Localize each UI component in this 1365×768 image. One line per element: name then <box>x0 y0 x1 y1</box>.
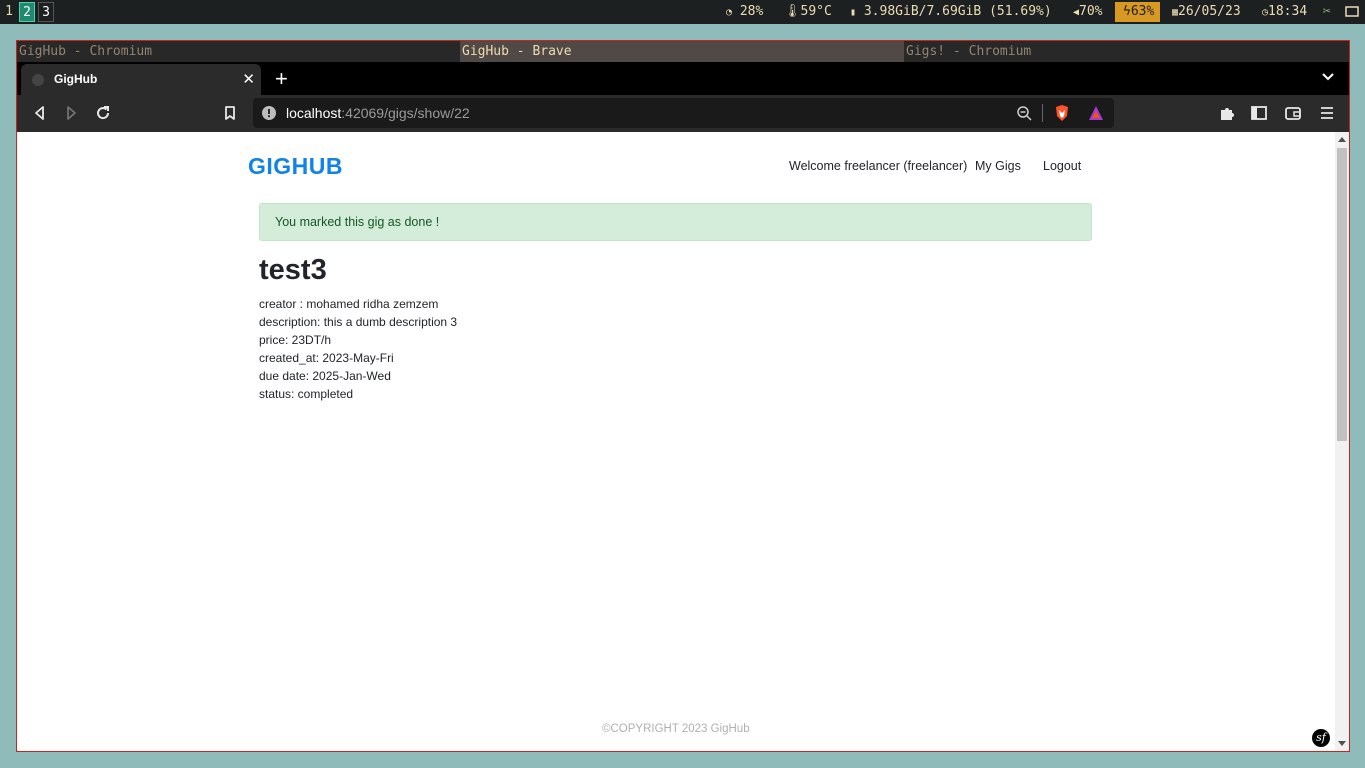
reload-icon[interactable] <box>94 104 112 122</box>
memory-value: 3.98GiB/7.69GiB (51.69%) <box>863 4 1052 19</box>
welcome-text: Welcome freelancer (freelancer) <box>789 159 968 173</box>
date-value: 26/05/23 <box>1178 4 1241 19</box>
site-info-icon[interactable] <box>262 106 276 120</box>
window-title-gigs-chromium[interactable]: Gigs! - Chromium <box>904 41 1349 62</box>
volume-value: 70% <box>1079 4 1103 19</box>
time-value: 18:34 <box>1268 4 1308 19</box>
symfony-toolbar-icon[interactable]: sf <box>1312 729 1330 747</box>
volume-status[interactable]: ◀70% <box>1073 0 1103 24</box>
browser-window: GigHub - Chromium GigHub - Brave Gigs! -… <box>16 40 1350 752</box>
cpu-value: 28% <box>739 4 764 19</box>
battery-charging-icon: ϟ <box>1123 4 1131 19</box>
battery-value: 63% <box>1130 4 1155 19</box>
gig-title: test3 <box>259 254 327 286</box>
scroll-down-arrow-icon[interactable] <box>1338 741 1346 746</box>
gauge-icon: ◔ <box>726 7 733 18</box>
temperature-status: 🌡59°C <box>784 0 832 24</box>
date-status: ▦26/05/23 <box>1172 0 1241 24</box>
zoom-out-icon[interactable] <box>1016 105 1032 121</box>
hamburger-menu-icon[interactable] <box>1318 104 1336 122</box>
back-arrow-icon[interactable] <box>31 104 49 122</box>
page-viewport: GIGHUB Welcome freelancer (freelancer) M… <box>17 132 1349 751</box>
scroll-up-arrow-icon[interactable] <box>1338 137 1346 142</box>
brave-rewards-icon[interactable] <box>1088 105 1104 121</box>
url-host: localhost <box>286 105 342 121</box>
battery-status: ϟ63% <box>1115 2 1161 22</box>
chevron-down-icon[interactable] <box>1321 70 1335 84</box>
workspace-2[interactable]: 2 <box>19 2 35 22</box>
temperature-value: 59°C <box>800 4 832 19</box>
window-title-chromium[interactable]: GigHub - Chromium <box>17 41 460 62</box>
system-status-bar: 1 2 3 ◔ 28% 🌡59°C ▮ 3.98GiB/7.69GiB (51.… <box>0 0 1365 24</box>
sidebar-toggle-icon[interactable] <box>1250 104 1268 122</box>
scrollbar-thumb[interactable] <box>1337 148 1347 441</box>
thermometer-icon: 🌡 <box>784 4 801 19</box>
time-status: ◷18:34 <box>1262 0 1307 24</box>
gig-status: status: completed <box>259 387 354 401</box>
chat-tray-icon[interactable] <box>1345 0 1359 24</box>
window-title-bar: GigHub - Chromium GigHub - Brave Gigs! -… <box>17 41 1349 62</box>
forward-arrow-icon[interactable] <box>62 104 80 122</box>
loading-favicon-icon <box>32 74 44 86</box>
workspace-3[interactable]: 3 <box>38 2 54 22</box>
bookmark-icon[interactable] <box>221 104 239 122</box>
gig-created-at: created_at: 2023-May-Fri <box>259 351 394 365</box>
tab-title: GigHub <box>54 72 98 86</box>
memory-chip-icon: ▮ <box>850 7 857 18</box>
tab-gighub[interactable]: GigHub ✕ <box>21 64 261 95</box>
address-bar-divider <box>1042 104 1043 122</box>
gig-price: price: 23DT/h <box>259 333 332 347</box>
new-tab-button[interactable]: + <box>275 62 288 95</box>
success-alert: You marked this gig as done ! <box>259 203 1092 241</box>
memory-status: ▮ 3.98GiB/7.69GiB (51.69%) <box>850 0 1052 24</box>
cpu-status: ◔ 28% <box>726 0 763 24</box>
gig-due-date: due date: 2025-Jan-Wed <box>259 369 391 383</box>
scissors-tray-icon[interactable]: ✂ <box>1323 0 1331 24</box>
gig-creator: creator : mohamed ridha zemzem <box>259 297 439 311</box>
address-bar[interactable]: localhost:42069/gigs/show/22 <box>253 98 1114 128</box>
tab-strip: GigHub ✕ + <box>17 62 1349 95</box>
gig-description: description: this a dumb description 3 <box>259 315 458 329</box>
footer-copyright: ©COPYRIGHT 2023 GigHub <box>602 723 750 735</box>
brave-shield-icon[interactable] <box>1054 104 1070 122</box>
workspace-1[interactable]: 1 <box>1 2 17 22</box>
vertical-scrollbar[interactable] <box>1335 132 1349 751</box>
close-tab-icon[interactable]: ✕ <box>242 64 255 95</box>
url-text[interactable]: localhost:42069/gigs/show/22 <box>286 98 470 128</box>
my-gigs-link[interactable]: My Gigs <box>975 159 1021 173</box>
logout-link[interactable]: Logout <box>1043 159 1081 173</box>
window-title-brave[interactable]: GigHub - Brave <box>460 41 904 62</box>
wallet-icon[interactable] <box>1284 104 1302 122</box>
brand-logo[interactable]: GIGHUB <box>248 153 343 180</box>
browser-toolbar: localhost:42069/gigs/show/22 <box>17 95 1349 132</box>
url-path: :42069/gigs/show/22 <box>341 105 470 121</box>
extensions-puzzle-icon[interactable] <box>1218 104 1236 122</box>
